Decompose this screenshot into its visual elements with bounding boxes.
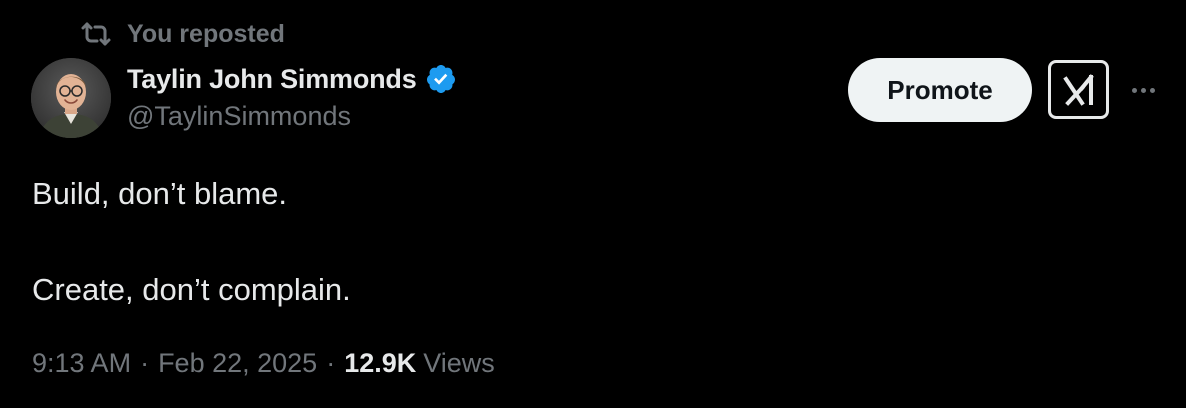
tweet-date[interactable]: Feb 22, 2025 <box>158 348 317 379</box>
tweet-line: Build, don’t blame. <box>32 176 288 211</box>
tweet-meta: 9:13 AM · Feb 22, 2025 · 12.9K Views <box>32 343 495 383</box>
meta-separator: · <box>326 347 336 378</box>
author-display-name[interactable]: Taylin John Simmonds <box>127 64 417 95</box>
more-icon-dot <box>1149 87 1155 93</box>
grok-icon <box>1060 71 1098 109</box>
grok-button[interactable] <box>1048 60 1109 119</box>
repost-icon <box>80 20 112 48</box>
tweet-time[interactable]: 9:13 AM <box>32 348 131 379</box>
repost-label: You reposted <box>127 19 285 48</box>
author-handle[interactable]: @TaylinSimmonds <box>127 101 457 132</box>
views-label: Views <box>423 347 495 378</box>
author-block: Taylin John Simmonds @TaylinSimmonds <box>127 59 457 132</box>
promote-button[interactable]: Promote <box>848 58 1032 122</box>
more-icon[interactable] <box>1126 76 1160 104</box>
author-name-row: Taylin John Simmonds <box>127 59 457 99</box>
avatar[interactable] <box>31 58 111 138</box>
views-count[interactable]: 12.9K <box>344 348 416 379</box>
meta-separator: · <box>140 347 150 378</box>
verified-badge-icon[interactable] <box>425 63 457 95</box>
tweet-text: Build, don’t blame. Create, don’t compla… <box>32 170 351 314</box>
more-icon-dot <box>1131 87 1137 93</box>
repost-indicator[interactable]: You reposted <box>80 18 285 50</box>
tweet-line-gap <box>32 218 351 266</box>
tweet-line: Create, don’t complain. <box>32 272 351 307</box>
more-icon-dot <box>1140 87 1146 93</box>
